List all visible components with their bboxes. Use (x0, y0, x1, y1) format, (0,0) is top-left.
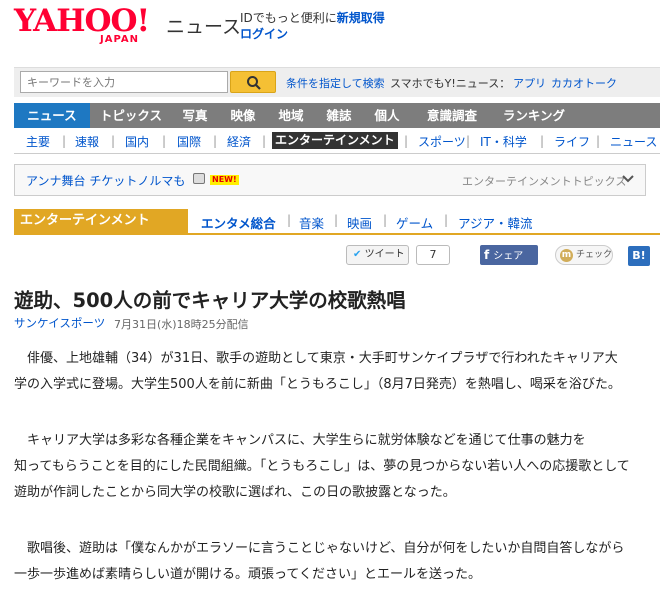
advanced-search-link[interactable]: 条件を指定して検索 (286, 75, 385, 91)
site-name[interactable]: ニュース (166, 12, 241, 39)
sub-nav: 主要 | 速報 | 国内 | 国際 | 経済 | エンターテインメント | スポ… (14, 128, 660, 154)
subnav-economy[interactable]: 経済 (227, 133, 251, 150)
article-paragraph: キャリア大学は多彩な各種企業をキャンパスに、大学生らに就労体験などを通じて仕事の… (14, 433, 630, 500)
gnav-survey[interactable]: 意識調査 (412, 103, 492, 128)
twitter-icon: ✔ (353, 249, 362, 260)
yahoo-logo[interactable]: YAHOO! JAPAN (14, 3, 150, 48)
category-movie[interactable]: 映画 (347, 213, 372, 232)
gnav-photo[interactable]: 写真 (172, 103, 218, 128)
subnav-domestic[interactable]: 国内 (125, 133, 149, 150)
subnav-entertainment[interactable]: エンターテインメント (272, 132, 398, 149)
mixi-icon: m (560, 249, 573, 262)
category-underline (14, 233, 660, 235)
facebook-icon: f (484, 248, 490, 262)
subnav-sports[interactable]: スポーツ (418, 133, 466, 150)
topics-label: エンターテインメントトピックス (462, 175, 627, 188)
search-input[interactable] (20, 71, 228, 93)
logo-text: YAHOO! (14, 3, 150, 39)
search-button[interactable] (230, 71, 276, 93)
new-badge: NEW! (210, 175, 239, 185)
category-entertainment-general[interactable]: エンタメ総合 (201, 213, 276, 232)
subnav-news[interactable]: ニュース (610, 133, 657, 150)
article-source[interactable]: サンケイスポーツ (14, 315, 105, 331)
gnav-magazine[interactable]: 雑誌 (316, 103, 362, 128)
article-date: 7月31日(水)18時25分配信 (114, 318, 249, 331)
register-link[interactable]: 新規取得 (337, 11, 385, 25)
global-nav: ニュース トピックス 写真 映像 地域 雑誌 個人 意識調査 ランキング (14, 103, 660, 128)
search-icon (247, 76, 261, 90)
hatena-bookmark-button[interactable]: B! (628, 246, 650, 266)
app-link[interactable]: アプリ (513, 75, 546, 91)
gnav-ranking[interactable]: ランキング (494, 103, 574, 128)
chevron-down-icon[interactable] (620, 171, 636, 187)
mixi-check-button[interactable]: m チェック (555, 245, 613, 265)
category-title: エンターテインメント (14, 209, 188, 233)
article-paragraph: 俳優、上地雄輔（34）が31日、歌手の遊助として東京・大手町サンケイプラザで行わ… (14, 351, 621, 392)
gnav-local[interactable]: 地域 (268, 103, 314, 128)
gnav-video[interactable]: 映像 (220, 103, 266, 128)
subnav-breaking[interactable]: 速報 (75, 133, 99, 150)
kakaotalk-link[interactable]: カカオトーク (551, 75, 617, 91)
article-title: 遊助、500人の前でキャリア大学の校歌熱唱 (14, 289, 406, 312)
gnav-personal[interactable]: 個人 (364, 103, 410, 128)
article-paragraph: 歌唱後、遊助は「僕なんかがエラソーに言うことじゃないけど、自分が何をしたいか自問… (14, 541, 625, 582)
camera-icon (193, 173, 205, 184)
login-link[interactable]: ログイン (240, 27, 288, 41)
category-music[interactable]: 音楽 (299, 213, 324, 232)
category-game[interactable]: ゲーム (396, 213, 433, 232)
gnav-news[interactable]: ニュース (14, 103, 90, 128)
logo-japan: JAPAN (100, 34, 139, 45)
facebook-share-button[interactable]: f シェア (480, 245, 538, 265)
gnav-topics[interactable]: トピックス (92, 103, 170, 128)
id-promo: IDでもっと便利に新規取得 ログイン (240, 10, 385, 42)
promo-text: IDでもっと便利に (240, 11, 337, 25)
subnav-main[interactable]: 主要 (26, 133, 50, 150)
tweet-button[interactable]: ✔ ツイート (346, 245, 409, 265)
topic-link[interactable]: アンナ舞台 チケットノルマも (26, 172, 185, 189)
mobile-promo-text: スマホでもY!ニュース： (390, 77, 511, 90)
category-asia[interactable]: アジア・韓流 (458, 213, 533, 232)
subnav-it-science[interactable]: IT・科学 (480, 133, 527, 150)
subnav-life[interactable]: ライフ (554, 133, 590, 150)
tweet-count: 7 (416, 245, 450, 265)
subnav-world[interactable]: 国際 (177, 133, 201, 150)
